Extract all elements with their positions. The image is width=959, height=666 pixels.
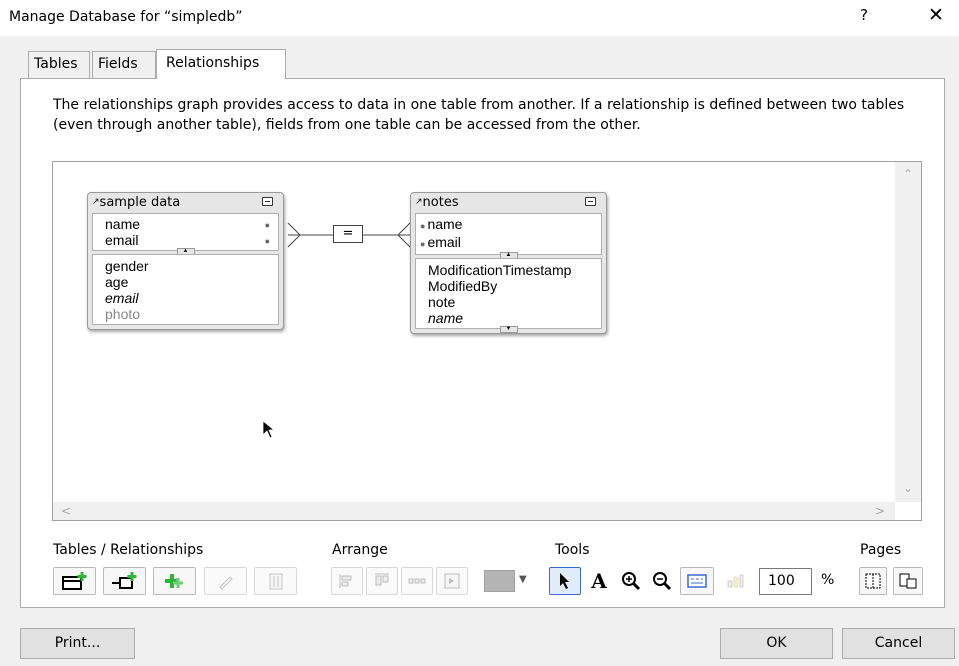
zoom-unit: % xyxy=(821,572,835,588)
field-item[interactable]: gender xyxy=(105,258,278,274)
field-item[interactable]: ModificationTimestamp xyxy=(428,262,601,278)
page-setup-button[interactable] xyxy=(893,567,923,595)
field-item[interactable]: email xyxy=(105,232,278,248)
horizontal-scrollbar[interactable]: < > xyxy=(53,502,896,520)
add-relationship-button[interactable] xyxy=(103,567,146,595)
vertical-scrollbar[interactable]: ⌃ ⌄ xyxy=(895,162,921,504)
edit-button[interactable] xyxy=(204,567,247,595)
page-setup-icon xyxy=(899,573,917,589)
title-bar: Manage Database for “simpledb” ? ✕ xyxy=(0,0,959,36)
distribute-icon xyxy=(408,578,426,584)
distribute-button[interactable] xyxy=(401,567,433,595)
key-dot-icon: ● xyxy=(264,236,270,246)
ok-button[interactable]: OK xyxy=(720,628,833,659)
table-header[interactable]: ↗notes xyxy=(411,193,606,213)
select-tool-button[interactable] xyxy=(549,567,581,595)
collapse-icon[interactable] xyxy=(262,197,273,206)
table-corner-icon: ↗ xyxy=(92,197,100,207)
add-table-button[interactable] xyxy=(53,567,96,595)
align-top-button[interactable] xyxy=(366,567,398,595)
scroll-down-icon[interactable]: ⌄ xyxy=(903,482,913,494)
field-item[interactable]: ModifiedBy xyxy=(428,278,601,294)
relationships-graph[interactable]: = ↗sample data name ● email ● ▲ gender a… xyxy=(52,161,922,521)
collapse-icon[interactable] xyxy=(585,197,596,206)
table-corner-icon: ↗ xyxy=(415,197,423,207)
table-name: notes xyxy=(422,195,459,210)
description-text: The relationships graph provides access … xyxy=(53,97,905,133)
scroll-down-icon[interactable]: ▼ xyxy=(499,326,518,333)
tab-tables[interactable]: Tables xyxy=(28,51,90,78)
pencil-icon xyxy=(218,576,233,590)
resize-to-fit-icon xyxy=(727,574,744,588)
align-left-icon xyxy=(339,574,352,588)
text-tool-button[interactable]: A xyxy=(584,567,614,595)
relationship-operator-box[interactable]: = xyxy=(333,225,363,243)
match-fields: name ● email ● ▲ xyxy=(92,213,279,255)
print-button[interactable]: Print... xyxy=(20,628,135,659)
match-fields: ● name ● email ▲ xyxy=(415,213,602,259)
scroll-up-icon[interactable]: ⌃ xyxy=(903,168,913,180)
chevron-down-icon: ▼ xyxy=(519,574,527,585)
other-fields: ModificationTimestamp ModifiedBy note na… xyxy=(415,258,602,333)
zoom-out-button[interactable] xyxy=(648,567,676,595)
scroll-right-icon[interactable]: > xyxy=(875,505,885,517)
color-picker[interactable]: ▼ xyxy=(481,568,533,595)
add-table-icon xyxy=(61,572,86,590)
resize-to-fit-button[interactable] xyxy=(719,567,751,595)
page-breaks-icon xyxy=(865,573,881,589)
group-label-tables-relationships: Tables / Relationships xyxy=(53,542,204,558)
group-label-tools: Tools xyxy=(555,542,590,558)
field-label: email xyxy=(427,234,461,250)
zoom-in-icon xyxy=(622,572,641,591)
table-name: sample data xyxy=(99,195,181,210)
window-title: Manage Database for “simpledb” xyxy=(9,9,243,25)
field-item[interactable]: photo xyxy=(105,306,278,322)
color-swatch xyxy=(484,570,515,592)
table-header[interactable]: ↗sample data xyxy=(88,193,283,213)
table-occurrence-notes[interactable]: ↗notes ● name ● email ▲ ModificationTimest… xyxy=(410,192,607,334)
field-item[interactable]: age xyxy=(105,274,278,290)
resize-icon xyxy=(444,573,460,589)
mouse-pointer-icon xyxy=(262,420,276,439)
cancel-button[interactable]: Cancel xyxy=(842,628,955,659)
align-top-icon xyxy=(375,573,389,586)
other-fields: gender age email photo xyxy=(92,254,279,325)
group-label-pages: Pages xyxy=(860,542,902,558)
align-left-button[interactable] xyxy=(331,567,363,595)
scroll-left-icon[interactable]: < xyxy=(61,505,71,517)
relationship-operator: = xyxy=(342,226,354,241)
group-label-arrange: Arrange xyxy=(332,542,388,558)
field-label: name xyxy=(427,216,463,232)
toggle-view-button[interactable] xyxy=(680,567,714,595)
help-button[interactable]: ? xyxy=(853,6,875,30)
close-button[interactable]: ✕ xyxy=(924,4,948,30)
delete-button[interactable] xyxy=(254,567,297,595)
resize-button[interactable] xyxy=(436,567,468,595)
tab-fields[interactable]: Fields xyxy=(92,51,156,78)
field-item[interactable]: name xyxy=(428,310,601,326)
zoom-percentage-input[interactable]: 100 xyxy=(759,568,812,595)
field-item[interactable]: name xyxy=(105,216,278,232)
field-item[interactable]: email xyxy=(105,290,278,306)
add-relationship-icon xyxy=(111,572,136,589)
key-dot-icon: ● xyxy=(420,239,426,249)
text-tool-icon: A xyxy=(591,569,607,593)
key-dot-icon: ● xyxy=(420,221,426,231)
key-dot-icon: ● xyxy=(264,220,270,230)
duplicate-button[interactable] xyxy=(153,567,196,595)
field-item[interactable]: note xyxy=(428,294,601,310)
table-occurrence-sample-data[interactable]: ↗sample data name ● email ● ▲ gender age… xyxy=(87,192,284,330)
scroll-corner xyxy=(895,502,921,520)
trash-icon xyxy=(269,573,282,590)
zoom-in-button[interactable] xyxy=(617,567,645,595)
field-item[interactable]: ● name xyxy=(420,216,601,234)
tab-relationships[interactable]: Relationships xyxy=(156,49,286,79)
field-item[interactable]: ● email xyxy=(420,234,601,252)
duplicate-icon xyxy=(164,574,183,588)
arrow-pointer-icon xyxy=(560,573,569,589)
show-page-breaks-button[interactable] xyxy=(859,567,887,595)
zoom-out-icon xyxy=(653,572,672,591)
view-toggle-icon xyxy=(687,574,707,588)
